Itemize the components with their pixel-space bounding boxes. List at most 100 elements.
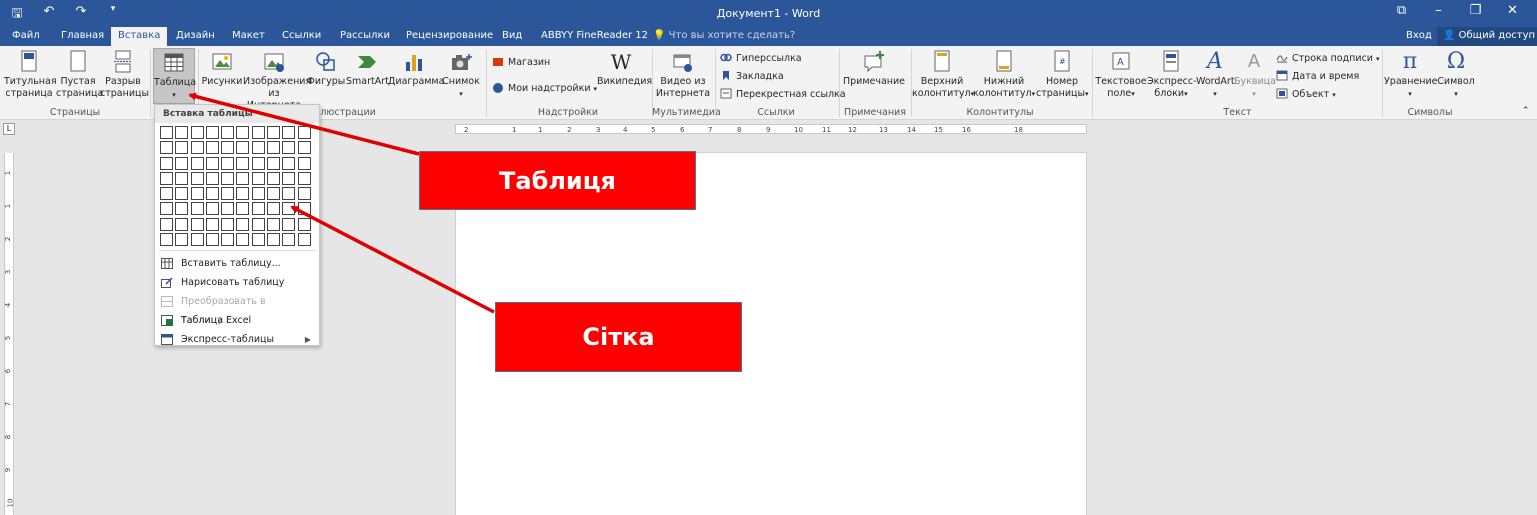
table-grid-cell[interactable] <box>236 171 250 185</box>
table-grid-cell[interactable] <box>175 126 189 139</box>
table-grid-cell[interactable] <box>221 202 235 216</box>
quick-tables-menu-item[interactable]: Экспресс-таблицы ▶ <box>159 330 317 349</box>
ribbon-display-button[interactable]: ⧉ <box>1383 3 1420 18</box>
collapse-ribbon-icon[interactable]: ⌃ <box>1522 106 1530 116</box>
table-grid-cell[interactable] <box>297 233 311 247</box>
table-grid-cell[interactable] <box>221 233 235 247</box>
table-grid-cell[interactable] <box>160 171 173 185</box>
table-grid-cell[interactable] <box>221 217 235 231</box>
table-grid-cell[interactable] <box>175 141 189 155</box>
drop-cap-button[interactable]: A Буквица ▾ <box>1234 50 1276 100</box>
table-grid-cell[interactable] <box>236 156 250 170</box>
table-grid-cell[interactable] <box>236 141 250 155</box>
table-grid-cell[interactable] <box>282 126 296 139</box>
table-grid-cell[interactable] <box>205 187 219 201</box>
tell-me-search[interactable]: 💡 Что вы хотите сделать? <box>653 30 795 41</box>
page-number-button[interactable]: # Номер страницы▾ <box>1036 50 1088 100</box>
wikipedia-button[interactable]: W Википедия <box>597 50 652 88</box>
minimize-button[interactable]: – <box>1420 3 1457 18</box>
table-grid-cell[interactable] <box>282 202 296 216</box>
blank-page-button[interactable]: Пустая страница <box>56 50 103 100</box>
table-grid-cell[interactable] <box>251 187 265 201</box>
tab-file[interactable]: Файл <box>12 30 40 41</box>
table-grid-cell[interactable] <box>160 217 173 231</box>
tab-view[interactable]: Вид <box>502 30 522 41</box>
table-grid-cell[interactable] <box>190 171 204 185</box>
page-break-button[interactable]: Разрыв страницы <box>100 50 149 100</box>
table-grid-cell[interactable] <box>190 202 204 216</box>
excel-table-menu-item[interactable]: Таблица Excel <box>159 311 317 330</box>
horizontal-ruler[interactable]: 2 1 1 2 3 4 5 6 7 8 9 10 11 12 13 14 15 16 18 <box>455 124 1087 134</box>
maximize-button[interactable]: ❐ <box>1457 3 1494 18</box>
table-grid-cell[interactable] <box>282 187 296 201</box>
table-grid-cell[interactable] <box>297 187 311 201</box>
table-grid-cell[interactable] <box>205 126 219 139</box>
my-addins-button[interactable]: Мои надстройки ▾ <box>492 82 597 94</box>
table-grid-cell[interactable] <box>282 141 296 155</box>
tab-home[interactable]: Главная <box>61 30 104 41</box>
table-grid-cell[interactable] <box>160 126 173 139</box>
screenshot-button[interactable]: Снимок ▾ <box>440 50 482 100</box>
vertical-ruler[interactable]: 1 1 2 3 4 5 6 7 8 9 10 <box>4 153 14 515</box>
table-grid-cell[interactable] <box>160 187 173 201</box>
pictures-button[interactable]: Рисунки <box>201 50 243 88</box>
table-grid-cell[interactable] <box>175 187 189 201</box>
table-grid-cell[interactable] <box>175 202 189 216</box>
tab-review[interactable]: Рецензирование <box>406 30 493 41</box>
table-grid-cell[interactable] <box>175 217 189 231</box>
table-grid-cell[interactable] <box>175 156 189 170</box>
table-grid-cell[interactable] <box>267 202 281 216</box>
tab-abbyy[interactable]: ABBYY FineReader 12 <box>541 30 648 41</box>
table-grid-cell[interactable] <box>160 233 173 247</box>
table-grid-cell[interactable] <box>297 171 311 185</box>
table-grid-cell[interactable] <box>236 126 250 139</box>
table-grid-cell[interactable] <box>205 141 219 155</box>
table-grid-cell[interactable] <box>160 141 173 155</box>
chart-button[interactable]: Диаграмма <box>388 50 444 88</box>
table-grid-cell[interactable] <box>175 233 189 247</box>
draw-table-menu-item[interactable]: Нарисовать таблицу <box>159 273 317 292</box>
table-grid-cell[interactable] <box>236 202 250 216</box>
online-pictures-button[interactable]: Изображения из Интернета <box>243 50 311 112</box>
table-grid-cell[interactable] <box>251 141 265 155</box>
store-button[interactable]: Магазин <box>492 56 550 68</box>
cross-reference-button[interactable]: Перекрестная ссылка <box>720 88 846 100</box>
table-grid-cell[interactable] <box>205 217 219 231</box>
footer-button[interactable]: Нижний колонтитул▾ <box>973 50 1035 100</box>
table-grid-cell[interactable] <box>175 171 189 185</box>
table-grid-cell[interactable] <box>221 156 235 170</box>
table-grid-cell[interactable] <box>251 233 265 247</box>
table-size-grid[interactable] <box>160 126 313 248</box>
table-grid-cell[interactable] <box>297 156 311 170</box>
table-grid-cell[interactable] <box>221 141 235 155</box>
tab-design[interactable]: Дизайн <box>176 30 215 41</box>
table-grid-cell[interactable] <box>282 156 296 170</box>
table-grid-cell[interactable] <box>236 233 250 247</box>
table-grid-cell[interactable] <box>267 156 281 170</box>
tab-insert[interactable]: Вставка <box>111 27 168 46</box>
table-grid-cell[interactable] <box>190 126 204 139</box>
table-grid-cell[interactable] <box>297 202 311 216</box>
hyperlink-button[interactable]: Гиперссылка <box>720 52 802 64</box>
tab-layout[interactable]: Макет <box>232 30 265 41</box>
table-grid-cell[interactable] <box>236 187 250 201</box>
table-button[interactable]: Таблица ▾ <box>153 48 196 104</box>
table-grid-cell[interactable] <box>282 233 296 247</box>
table-grid-cell[interactable] <box>267 141 281 155</box>
share-button[interactable]: 👤 Общий доступ <box>1437 27 1537 46</box>
date-time-button[interactable]: Дата и время <box>1276 70 1359 82</box>
table-grid-cell[interactable] <box>190 141 204 155</box>
table-grid-cell[interactable] <box>160 202 173 216</box>
table-grid-cell[interactable] <box>205 156 219 170</box>
table-grid-cell[interactable] <box>190 156 204 170</box>
table-grid-cell[interactable] <box>267 217 281 231</box>
table-grid-cell[interactable] <box>205 202 219 216</box>
table-grid-cell[interactable] <box>297 217 311 231</box>
table-grid-cell[interactable] <box>251 156 265 170</box>
insert-table-menu-item[interactable]: Вставить таблицу... <box>159 254 317 273</box>
table-grid-cell[interactable] <box>251 171 265 185</box>
tab-selector[interactable]: L <box>3 123 15 135</box>
table-grid-cell[interactable] <box>221 171 235 185</box>
object-button[interactable]: Объект ▾ <box>1276 88 1336 100</box>
shapes-button[interactable]: Фигуры <box>306 50 346 88</box>
